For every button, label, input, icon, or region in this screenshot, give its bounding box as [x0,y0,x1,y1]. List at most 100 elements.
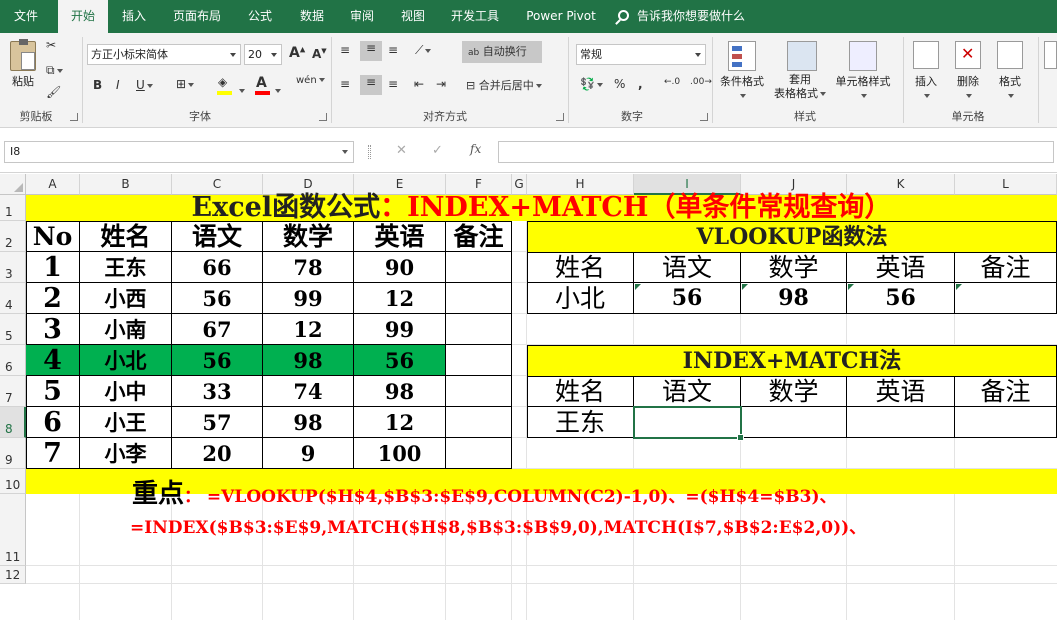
table-cell[interactable] [446,314,512,345]
table-cell[interactable]: 小王 [80,407,172,438]
vlookup-header-cell[interactable]: 英语 [847,252,955,283]
cancel-icon[interactable]: ✕ [396,143,407,158]
splitter-handle[interactable] [368,145,371,159]
table-cell[interactable]: 小南 [80,314,172,345]
formula-input[interactable] [498,141,1054,163]
vlookup-header-cell[interactable]: 姓名 [527,252,634,283]
increase-indent-icon[interactable]: ⇥ [436,77,446,91]
worksheet-grid[interactable]: A B C D E F G H I J K L 1 2 3 4 5 6 7 8 9 10 11 12 Excel函数公式：IND… [0,174,1057,620]
table-cell[interactable]: 2 [26,283,80,314]
select-all-button[interactable] [0,174,26,195]
table-cell[interactable]: 小北 [80,345,172,376]
table-cell[interactable]: 98 [354,376,446,407]
column-header-l[interactable]: L [955,174,1057,195]
font-name-select[interactable]: 方正小标宋简体 [87,44,241,65]
vlookup-value-cell[interactable]: 小北 [527,283,634,314]
index-header-cell[interactable]: 英语 [847,376,955,407]
tab-file[interactable]: 文件 [0,0,52,33]
tab-page-layout[interactable]: 页面布局 [164,0,230,33]
error-indicator-icon[interactable] [956,284,962,290]
row-header-6[interactable]: 6 [0,345,26,376]
table-cell[interactable]: 98 [263,407,354,438]
cell-style-button[interactable]: 单元格样式 [830,73,896,102]
paste-button[interactable]: 粘贴 [6,73,40,89]
table-cell[interactable]: 33 [172,376,263,407]
vlookup-value-cell[interactable]: 56 [847,283,955,314]
orientation-icon[interactable]: ⟋ [415,43,432,58]
table-cell[interactable]: 小中 [80,376,172,407]
error-indicator-icon[interactable] [848,284,854,290]
table-cell[interactable] [446,438,512,469]
table-cell[interactable]: 3 [26,314,80,345]
table-format-icon[interactable] [787,41,817,71]
index-value-cell[interactable]: 王东 [527,407,634,438]
table-cell[interactable]: 90 [354,252,446,283]
cut-icon[interactable]: ✂ [46,38,56,52]
alignment-launcher-icon[interactable] [556,113,564,121]
table-cell[interactable]: 78 [263,252,354,283]
index-header-cell[interactable]: 数学 [741,376,847,407]
vlookup-value-cell[interactable] [955,283,1057,314]
vlookup-header-cell[interactable]: 语文 [634,252,741,283]
index-header-cell[interactable]: 姓名 [527,376,634,407]
row-header-4[interactable]: 4 [0,283,26,314]
error-indicator-icon[interactable] [635,284,641,290]
grow-font-icon[interactable]: A▲ [289,45,305,61]
row-header-8[interactable]: 8 [0,407,26,438]
active-cell-selection[interactable] [633,406,744,441]
tell-me-box[interactable]: 告诉我你想要做什么 [618,0,745,33]
index-header-cell[interactable]: 语文 [634,376,741,407]
table-cell[interactable]: 56 [172,283,263,314]
tab-insert[interactable]: 插入 [114,0,154,33]
currency-icon[interactable]: 💱 [580,77,603,91]
vlookup-value-cell[interactable]: 56 [634,283,741,314]
table-cell[interactable]: 王东 [80,252,172,283]
enter-icon[interactable]: ✓ [432,143,443,158]
index-value-cell[interactable] [955,407,1057,438]
vlookup-header-cell[interactable]: 备注 [955,252,1057,283]
decrease-indent-icon[interactable]: ⇤ [414,77,424,91]
row-header-10[interactable]: 10 [0,469,26,494]
align-middle-icon[interactable]: ≡ [360,41,382,61]
number-launcher-icon[interactable] [700,113,708,121]
table-cell[interactable]: 99 [354,314,446,345]
font-launcher-icon[interactable] [319,113,327,121]
tab-developer[interactable]: 开发工具 [444,0,506,33]
fill-color-dropdown-icon[interactable] [237,83,245,97]
table-cell[interactable]: 12 [263,314,354,345]
table-cell[interactable]: 7 [26,438,80,469]
table-cell[interactable]: 12 [354,283,446,314]
tab-data[interactable]: 数据 [292,0,332,33]
table-cell[interactable] [446,283,512,314]
wrap-text-button[interactable]: ab 自动换行 [462,41,542,63]
table-cell[interactable]: 20 [172,438,263,469]
insert-function-icon[interactable]: fx [470,142,481,156]
align-bottom-icon[interactable]: ≡ [388,43,398,57]
index-header-cell[interactable]: 备注 [955,376,1057,407]
delete-cells-button[interactable]: 删除 [948,73,988,102]
table-cell[interactable]: 1 [26,252,80,283]
table-cell[interactable]: 100 [354,438,446,469]
bold-button[interactable]: B [93,78,102,92]
underline-button[interactable]: U [136,78,153,92]
tab-formulas[interactable]: 公式 [240,0,280,33]
table-cell[interactable]: 74 [263,376,354,407]
table-header-cell[interactable]: 姓名 [80,221,172,252]
row-header-7[interactable]: 7 [0,376,26,407]
table-cell[interactable]: 66 [172,252,263,283]
format-cells-button[interactable]: 格式 [990,73,1030,102]
column-header-a[interactable]: A [26,174,80,195]
table-cell[interactable] [446,407,512,438]
table-cell[interactable]: 9 [263,438,354,469]
fill-color-icon[interactable]: ◈ [217,75,232,95]
table-header-cell[interactable]: No [26,221,80,252]
merge-center-button[interactable]: ⊟ 合并后居中 [466,77,542,93]
align-center-icon[interactable]: ≡ [360,75,382,95]
table-cell[interactable]: 67 [172,314,263,345]
border-icon[interactable]: ⊞ [176,77,195,91]
table-header-cell[interactable]: 英语 [354,221,446,252]
font-size-select[interactable]: 20 [244,44,282,65]
tab-review[interactable]: 审阅 [342,0,382,33]
conditional-format-icon[interactable] [728,41,756,71]
table-cell[interactable]: 56 [354,345,446,376]
